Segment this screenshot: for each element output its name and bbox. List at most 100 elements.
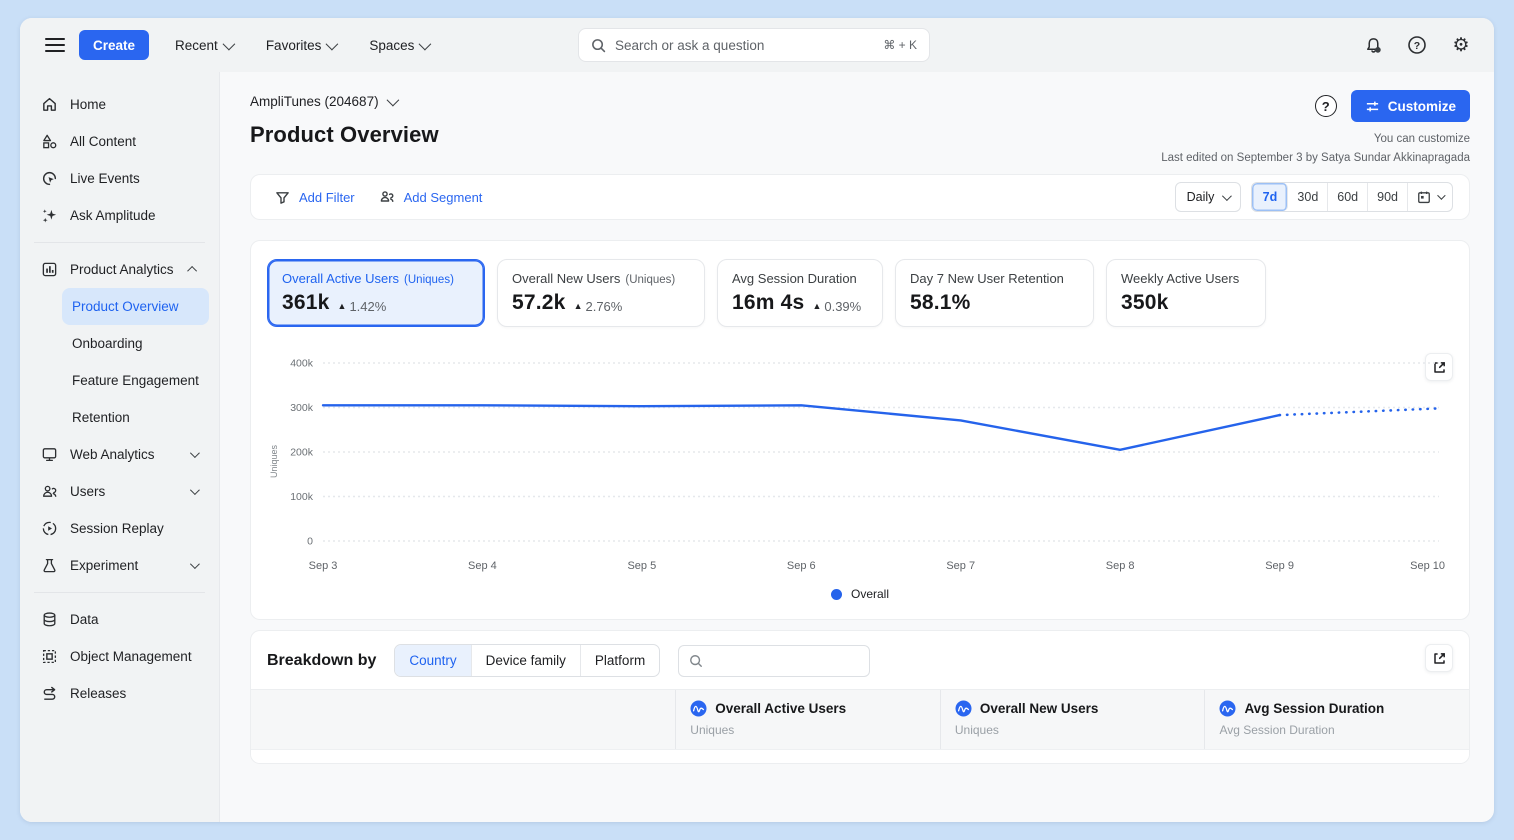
svg-text:Sep 8: Sep 8 [1106,560,1135,572]
sidebar-divider [34,592,205,593]
sidebar-item-label: Ask Amplitude [70,208,199,223]
last-edited-note: Last edited on September 3 by Satya Sund… [1161,149,1470,168]
granularity-value: Daily [1187,190,1215,204]
global-search[interactable]: ⌘ + K [578,28,930,62]
sidebar-item-object-management[interactable]: Object Management [30,638,209,675]
column-title: Overall Active Users [715,701,846,716]
calendar-icon [1417,190,1431,204]
project-selector[interactable]: AmpliTunes (204687) [250,94,396,109]
breakdown-column-overall-new-users[interactable]: Overall New Users Uniques [940,690,1205,749]
main-content: AmpliTunes (204687) Product Overview ? C… [220,72,1494,822]
search-shortcut: ⌘ + K [883,38,917,52]
amplitude-metric-icon [955,700,972,717]
range-7d[interactable]: 7d [1252,183,1288,211]
sidebar-item-feature-engagement[interactable]: Feature Engagement [62,362,209,399]
sidebar-divider [34,242,205,243]
sidebar-item-onboarding[interactable]: Onboarding [62,325,209,362]
column-subtitle: Avg Session Duration [1219,723,1455,737]
breakdown-column-overall-active-users[interactable]: Overall Active Users Uniques [675,690,940,749]
sidebar-item-retention[interactable]: Retention [62,399,209,436]
chevron-up-icon [187,266,197,276]
range-60d[interactable]: 60d [1328,183,1368,211]
tab-device-family[interactable]: Device family [472,645,581,676]
svg-text:Sep 5: Sep 5 [627,560,656,572]
sidebar-item-label: Home [70,97,199,112]
metric-overall-new-users[interactable]: Overall New Users(Uniques) 57.2k ▲2.76% [497,259,705,327]
delta-up-icon: ▲ [812,301,821,311]
web-analytics-icon [40,446,58,464]
breakdown-search-input[interactable] [711,653,859,668]
breakdown-table-header: Overall Active Users Uniques Overall New… [251,689,1469,749]
sidebar-item-label: Web Analytics [70,447,178,462]
sidebar-item-home[interactable]: Home [30,86,209,123]
sidebar-item-ask-amplitude[interactable]: Ask Amplitude [30,197,209,234]
customize-button[interactable]: Customize [1351,90,1470,122]
menu-favorites[interactable]: Favorites [256,30,346,60]
granularity-select[interactable]: Daily [1175,182,1242,212]
sidebar-item-label: Session Replay [70,521,199,536]
add-filter-label: Add Filter [299,190,355,205]
breakdown-tabs: Country Device family Platform [394,644,660,677]
add-segment-label: Add Segment [404,190,483,205]
hamburger-menu-icon[interactable] [45,38,65,52]
sidebar-item-experiment[interactable]: Experiment [30,547,209,584]
metric-sublabel: (Uniques) [625,274,675,286]
menu-recent-label: Recent [175,38,218,53]
create-button[interactable]: Create [79,30,149,60]
filter-bar: Add Filter Add Segment Daily 7d 30d 60d [250,174,1470,220]
add-filter-button[interactable]: Add Filter [267,190,363,205]
sidebar-item-users[interactable]: Users [30,473,209,510]
sidebar-item-session-replay[interactable]: Session Replay [30,510,209,547]
chevron-down-icon [1222,191,1232,201]
breakdown-column-avg-session-duration[interactable]: Avg Session Duration Avg Session Duratio… [1204,690,1469,749]
metric-label: Weekly Active Users [1121,271,1239,286]
sidebar-item-all-content[interactable]: All Content [30,123,209,160]
svg-text:200k: 200k [290,447,314,459]
column-title: Overall New Users [980,701,1099,716]
range-30d[interactable]: 30d [1288,183,1328,211]
screenshot-frame: Create Recent Favorites Spaces ⌘ + K ? ⚙ [0,0,1514,840]
search-input[interactable] [615,38,874,53]
metric-value: 361k [282,291,330,315]
menu-recent[interactable]: Recent [165,30,242,60]
add-segment-button[interactable]: Add Segment [371,189,491,205]
settings-gear-icon[interactable]: ⚙ [1450,34,1472,56]
column-subtitle: Uniques [955,723,1191,737]
svg-text:Sep 7: Sep 7 [946,560,975,572]
help-icon[interactable]: ? [1406,34,1428,56]
svg-text:300k: 300k [290,402,314,414]
sidebar-item-product-overview[interactable]: Product Overview [62,288,209,325]
dashboard-help-button[interactable]: ? [1311,91,1341,121]
metric-overall-active-users[interactable]: Overall Active Users(Uniques) 361k ▲1.42… [267,259,485,327]
delta-up-icon: ▲ [338,301,347,311]
metric-day7-retention[interactable]: Day 7 New User Retention 58.1% [895,259,1094,327]
sidebar-item-web-analytics[interactable]: Web Analytics [30,436,209,473]
range-90d[interactable]: 90d [1368,183,1408,211]
date-picker-button[interactable] [1408,183,1452,211]
legend-label: Overall [851,587,889,601]
tab-country[interactable]: Country [395,645,471,676]
sidebar-item-releases[interactable]: Releases [30,675,209,712]
metric-avg-session-duration[interactable]: Avg Session Duration 16m 4s ▲0.39% [717,259,883,327]
sidebar-item-data[interactable]: Data [30,601,209,638]
svg-text:100k: 100k [290,491,314,503]
sidebar-item-label: Product Analytics [70,262,178,277]
svg-text:0: 0 [307,536,313,548]
breakdown-search[interactable] [678,645,870,677]
chart-legend: Overall [267,577,1453,611]
table-row[interactable] [251,749,1469,764]
sidebar-item-product-analytics[interactable]: Product Analytics [30,251,209,288]
sidebar-item-label: Experiment [70,558,178,573]
chevron-down-icon [222,37,235,50]
breakdown-expand-button[interactable] [1425,644,1453,672]
search-icon [689,654,703,668]
session-replay-icon [40,520,58,538]
notifications-bell-icon[interactable] [1362,34,1384,56]
experiment-flask-icon [40,557,58,575]
tab-platform[interactable]: Platform [581,645,659,676]
metric-weekly-active-users[interactable]: Weekly Active Users 350k [1106,259,1266,327]
menu-spaces[interactable]: Spaces [359,30,438,60]
app-window: Create Recent Favorites Spaces ⌘ + K ? ⚙ [20,18,1494,822]
metric-label: Overall Active Users [282,271,399,286]
sidebar-item-live-events[interactable]: Live Events [30,160,209,197]
